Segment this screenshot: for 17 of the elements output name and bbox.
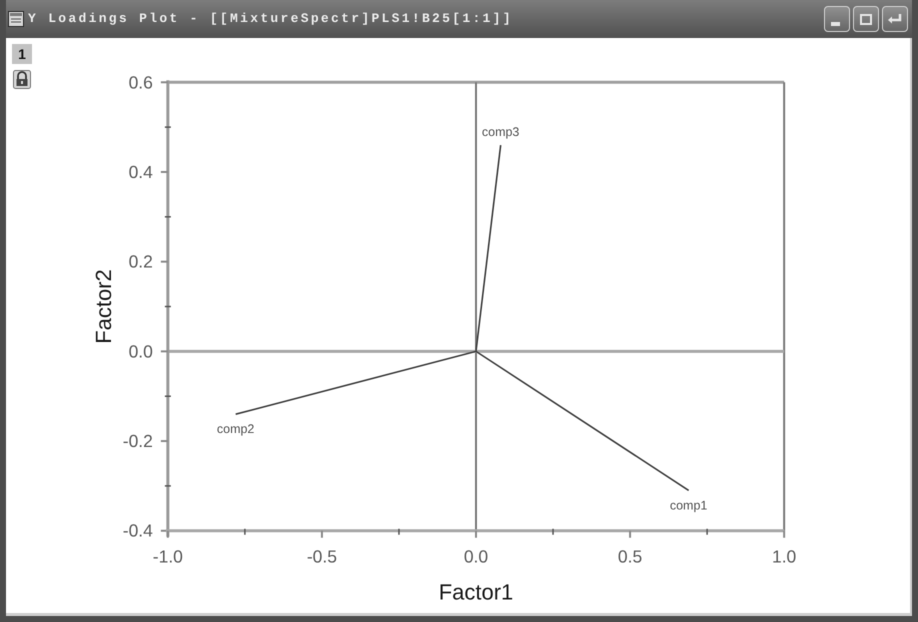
tick-label: 0.6 (128, 72, 153, 92)
tick-label: 0.2 (128, 252, 153, 272)
series-label: comp1 (670, 498, 708, 512)
tick-label: 0.4 (128, 162, 153, 182)
tick-label: 1.0 (772, 546, 796, 567)
tick-label: 0.0 (464, 546, 488, 567)
window-title: Y Loadings Plot - [[MixtureSpectr]PLS1!B25[1:1]] (28, 10, 513, 28)
axis-title: Factor2 (90, 269, 116, 344)
tick-label: 0.5 (618, 546, 642, 567)
tick-label: 0.0 (128, 341, 153, 362)
series-label: comp3 (482, 125, 520, 140)
series-label: comp2 (216, 422, 254, 436)
tick-label: -0.5 (306, 546, 337, 567)
tick-label: -0.2 (122, 431, 153, 452)
tick-label: -0.4 (122, 520, 153, 541)
tick-label: -1.0 (152, 546, 183, 567)
axis-title: Factor1 (438, 580, 514, 605)
